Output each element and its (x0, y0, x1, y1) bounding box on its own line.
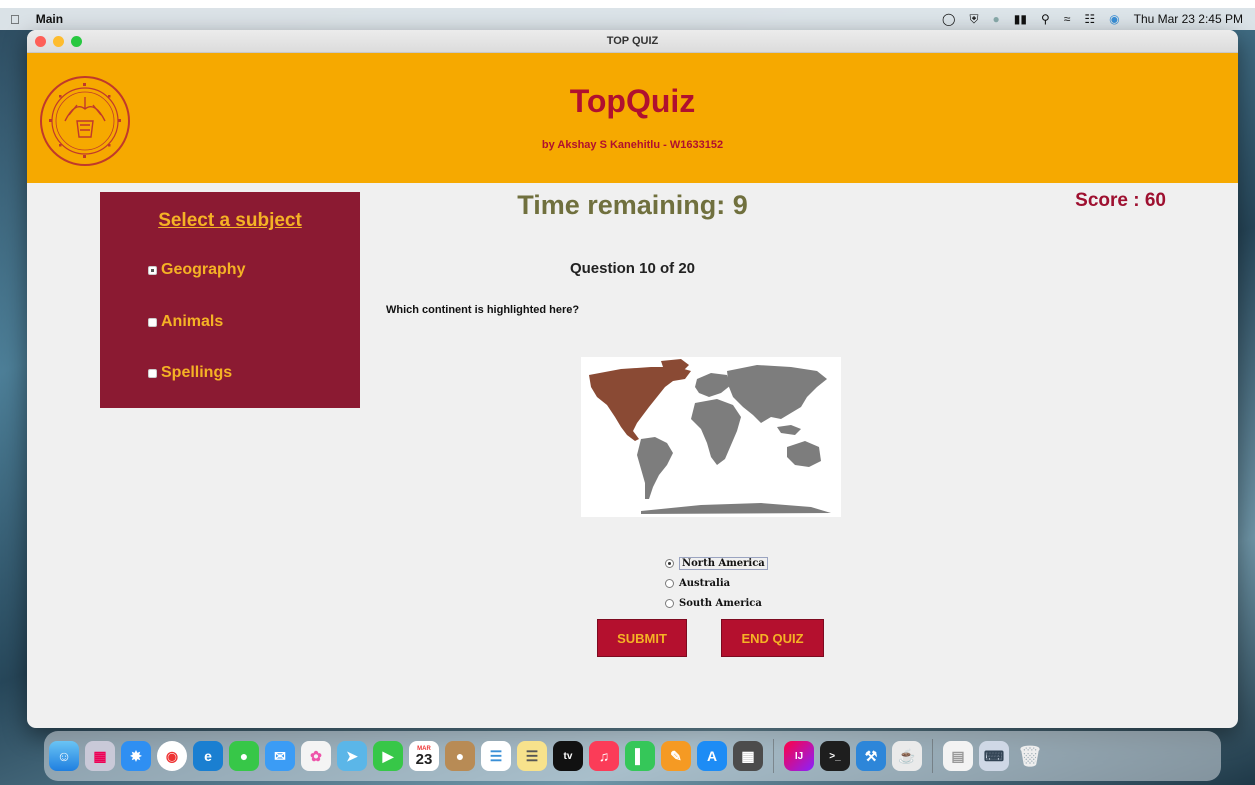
app-window: TOP QUIZ TopQuiz by Akshay S Kanehitlu -… (27, 30, 1238, 728)
siri-icon[interactable]: ◉ (1109, 12, 1119, 26)
chrome-icon[interactable]: ◉ (157, 741, 187, 771)
music-icon[interactable]: ♫ (589, 741, 619, 771)
author-byline: by Akshay S Kanehitlu - W1633152 (541, 139, 724, 151)
safari-icon[interactable]: ✸ (121, 741, 151, 771)
app-store-icon[interactable]: A (697, 741, 727, 771)
control-center-icon[interactable]: ☷ (1084, 12, 1095, 26)
menu-bar:  Main ◯ ⛨ ● ▮▮ ⚲ ≈ ☷ ◉ Thu Mar 23 2:45 … (0, 8, 1255, 30)
calculator-icon[interactable]: ▦ (733, 741, 763, 771)
option-label[interactable]: North America (679, 556, 768, 570)
ghost-icon[interactable]: ● (993, 12, 1000, 26)
question-counter: Question 10 of 20 (569, 260, 696, 277)
option-north-america[interactable]: North America (665, 553, 768, 573)
edge-icon[interactable]: e (193, 741, 223, 771)
asia-shape (727, 365, 827, 423)
status-items: ◯ ⛨ ● ▮▮ ⚲ ≈ ☷ ◉ Thu Mar 23 2:45 PM (942, 12, 1243, 27)
radio-north-america[interactable] (665, 558, 674, 568)
maps-icon[interactable]: ➤ (337, 741, 367, 771)
pages-icon[interactable]: ✎ (661, 741, 691, 771)
option-south-america[interactable]: South America (665, 593, 768, 613)
question-text: Which continent is highlighted here? (386, 304, 580, 316)
mail-icon[interactable]: ✉ (265, 741, 295, 771)
shield-icon[interactable]: ⛨ (969, 12, 978, 27)
document-icon[interactable]: ▤ (943, 741, 973, 771)
africa-shape (691, 399, 741, 465)
battery-icon[interactable]: ▮▮ (1014, 12, 1027, 26)
subject-label: Animals (161, 313, 224, 330)
dock-separator (773, 739, 774, 773)
australia-shape (787, 441, 821, 467)
trash-icon[interactable]: 🗑 (1015, 741, 1045, 771)
north-america-shape (589, 367, 691, 441)
reminders-icon[interactable]: ☰ (481, 741, 511, 771)
window-controls (35, 36, 82, 47)
facetime-icon[interactable]: ▶ (373, 741, 403, 771)
window-titlebar[interactable]: TOP QUIZ (27, 30, 1238, 53)
subject-panel: Select a subject Geography Animals Spell… (100, 192, 360, 408)
maximize-window-icon[interactable] (71, 36, 82, 47)
calendar-day: 23 (415, 750, 433, 768)
world-map-image (581, 357, 841, 517)
animals-checkbox[interactable] (148, 317, 157, 327)
search-icon[interactable]: ⚲ (1041, 12, 1050, 26)
subject-animals[interactable]: Animals (148, 313, 223, 331)
south-america-shape (637, 437, 673, 499)
java-icon[interactable]: ☕ (892, 741, 922, 771)
dock: ☺ ▦ ✸ ◉ e ● ✉ ✿ ➤ ▶ MAR 23 ● ☰ ☰ tv ♫ ▌ … (44, 731, 1221, 781)
apple-tv-icon[interactable]: tv (553, 741, 583, 771)
close-window-icon[interactable] (35, 36, 46, 47)
minimize-window-icon[interactable] (53, 36, 64, 47)
antarctica-shape (641, 503, 831, 514)
photos-icon[interactable]: ✿ (301, 741, 331, 771)
app-header: TopQuiz by Akshay S Kanehitlu - W1633152 (27, 53, 1238, 183)
option-label[interactable]: Australia (679, 578, 730, 589)
calendar-icon[interactable]: MAR 23 (409, 741, 439, 771)
subject-spellings[interactable]: Spellings (148, 364, 232, 382)
dock-separator (932, 739, 933, 773)
keyboard-viewer-icon[interactable]: ⌨ (979, 741, 1009, 771)
intellij-icon[interactable]: IJ (784, 741, 814, 771)
app-title: TopQuiz (569, 83, 696, 119)
option-label[interactable]: South America (679, 598, 762, 609)
europe-shape (695, 373, 731, 397)
wifi-icon[interactable]: ≈ (1064, 12, 1071, 26)
finder-icon[interactable]: ☺ (49, 741, 79, 771)
terminal-icon[interactable]: >_ (820, 741, 850, 771)
apple-menu-icon[interactable]:  (10, 12, 20, 27)
menu-clock[interactable]: Thu Mar 23 2:45 PM (1134, 12, 1243, 26)
launchpad-icon[interactable]: ▦ (85, 741, 115, 771)
contacts-icon[interactable]: ● (445, 741, 475, 771)
submit-button[interactable]: SUBMIT (597, 619, 687, 657)
spellings-checkbox[interactable] (148, 368, 157, 378)
top-strip (0, 0, 1255, 8)
numbers-icon[interactable]: ▌ (625, 741, 655, 771)
window-title: TOP QUIZ (606, 35, 659, 47)
notes-icon[interactable]: ☰ (517, 741, 547, 771)
islands-shape (777, 425, 801, 435)
time-remaining: Time remaining: 9 (517, 190, 748, 220)
radio-australia[interactable] (665, 578, 674, 588)
world-map-svg (589, 359, 831, 514)
xcode-icon[interactable]: ⚒ (856, 741, 886, 771)
opera-icon[interactable]: ◯ (942, 12, 955, 26)
radio-south-america[interactable] (665, 598, 674, 608)
answer-options: North America Australia South America (665, 553, 768, 613)
menu-app-name[interactable]: Main (36, 12, 63, 26)
messages-icon[interactable]: ● (229, 741, 259, 771)
option-australia[interactable]: Australia (665, 573, 768, 593)
subject-label: Spellings (161, 364, 233, 381)
score-display: Score : 60 (1075, 190, 1166, 211)
end-quiz-button[interactable]: END QUIZ (721, 619, 824, 657)
